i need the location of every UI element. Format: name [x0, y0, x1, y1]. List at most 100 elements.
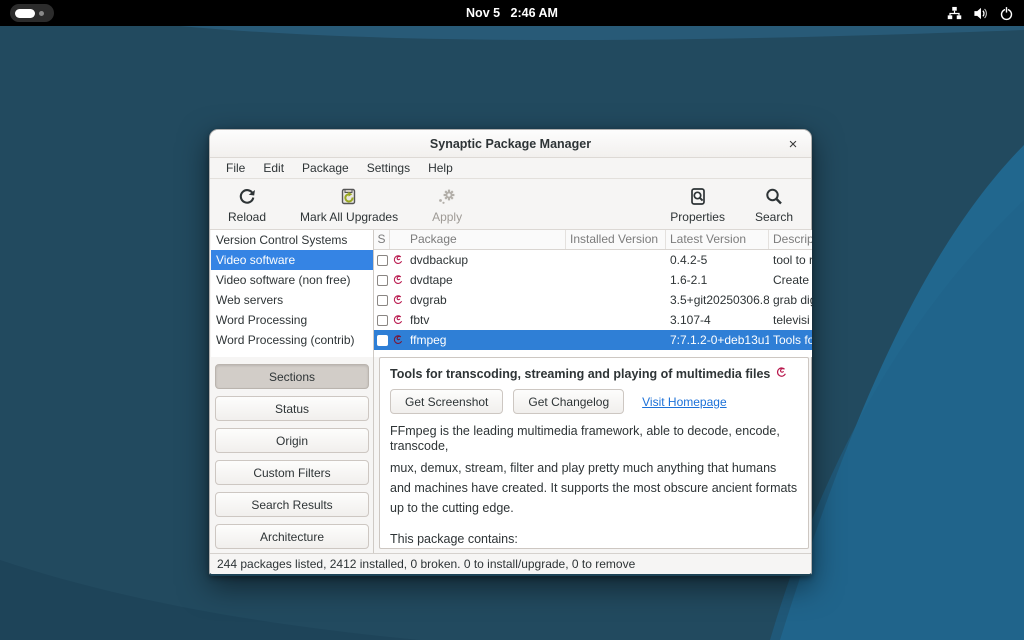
package-description: Create D — [769, 273, 812, 287]
menu-package[interactable]: Package — [293, 159, 358, 177]
column-header-package[interactable]: Package — [406, 230, 566, 249]
package-description: televisi — [769, 313, 812, 327]
power-icon — [999, 6, 1014, 21]
origin-button[interactable]: Origin — [215, 428, 369, 453]
workspace-indicator[interactable] — [10, 4, 54, 22]
search-button[interactable]: Search — [747, 184, 801, 226]
reload-icon — [237, 186, 257, 208]
menu-help[interactable]: Help — [419, 159, 462, 177]
menu-edit[interactable]: Edit — [254, 159, 293, 177]
row-checkbox[interactable] — [377, 335, 388, 346]
close-button[interactable]: × — [783, 134, 803, 154]
category-video-software-nonfree[interactable]: Video software (non free) — [211, 270, 373, 290]
properties-button[interactable]: Properties — [662, 184, 733, 226]
menu-file[interactable]: File — [217, 159, 254, 177]
status-text: 244 packages listed, 2412 installed, 0 b… — [217, 557, 635, 571]
workspace-active-pill — [15, 9, 35, 18]
package-name: fbtv — [406, 313, 566, 327]
architecture-button[interactable]: Architecture — [215, 524, 369, 549]
apply-label: Apply — [432, 210, 462, 224]
apply-button[interactable]: Apply — [424, 184, 470, 226]
category-video-software[interactable]: Video software — [211, 250, 373, 270]
table-row-ffmpeg-selected[interactable]: ffmpeg 7:7.1.2-0+deb13u1 Tools fo — [374, 330, 812, 350]
reload-label: Reload — [228, 210, 266, 224]
search-label: Search — [755, 210, 793, 224]
desktop: Nov 5 2:46 AM — [0, 0, 1024, 640]
package-details-pane: Tools for transcoding, streaming and pla… — [379, 357, 809, 549]
filter-buttons: Sections Status Origin Custom Filters Se… — [211, 357, 374, 553]
synaptic-window: Synaptic Package Manager × File Edit Pac… — [209, 129, 812, 576]
properties-label: Properties — [670, 210, 725, 224]
table-row-fbtv[interactable]: fbtv 3.107-4 televisi — [374, 310, 812, 330]
window-title: Synaptic Package Manager — [430, 137, 591, 151]
row-checkbox[interactable] — [377, 255, 388, 266]
search-results-button[interactable]: Search Results — [215, 492, 369, 517]
status-button[interactable]: Status — [215, 396, 369, 421]
top-bar: Nov 5 2:46 AM — [0, 0, 1024, 26]
column-header-description[interactable]: Description — [769, 230, 812, 249]
debian-swirl-icon — [390, 334, 406, 346]
mark-all-upgrades-button[interactable]: Mark All Upgrades — [292, 184, 406, 226]
system-status-area[interactable] — [947, 6, 1014, 21]
custom-filters-button[interactable]: Custom Filters — [215, 460, 369, 485]
debian-swirl-icon — [390, 314, 406, 326]
clock-date: Nov 5 — [466, 6, 500, 20]
table-header: S Package Installed Version Latest Versi… — [374, 230, 812, 250]
table-row-dvgrab[interactable]: dvgrab 3.5+git20250306.8 grab dig — [374, 290, 812, 310]
latest-version: 3.107-4 — [666, 313, 769, 327]
status-bar: 244 packages listed, 2412 installed, 0 b… — [210, 553, 811, 574]
get-screenshot-button[interactable]: Get Screenshot — [390, 389, 503, 414]
package-name: dvdbackup — [406, 253, 566, 267]
description-paragraph-2: mux, demux, stream, filter and play pret… — [390, 458, 798, 518]
properties-icon — [688, 186, 708, 208]
visit-homepage-link[interactable]: Visit Homepage — [642, 395, 727, 409]
latest-version: 3.5+git20250306.8 — [666, 293, 769, 307]
get-changelog-button[interactable]: Get Changelog — [513, 389, 624, 414]
debian-swirl-icon — [775, 366, 788, 382]
mark-all-upgrades-label: Mark All Upgrades — [300, 210, 398, 224]
package-name: dvgrab — [406, 293, 566, 307]
debian-swirl-icon — [390, 294, 406, 306]
table-row-dvdbackup[interactable]: dvdbackup 0.4.2-5 tool to r — [374, 250, 812, 270]
category-word-processing[interactable]: Word Processing — [211, 310, 373, 330]
detail-actions: Get Screenshot Get Changelog Visit Homep… — [390, 389, 798, 414]
column-header-icon[interactable] — [390, 230, 406, 249]
row-checkbox[interactable] — [377, 295, 388, 306]
latest-version: 0.4.2-5 — [666, 253, 769, 267]
category-version-control[interactable]: Version Control Systems — [211, 230, 373, 250]
clock[interactable]: Nov 5 2:46 AM — [0, 6, 1024, 20]
search-icon — [764, 186, 784, 208]
network-wired-icon — [947, 6, 962, 21]
debian-swirl-icon — [390, 274, 406, 286]
package-description: grab dig — [769, 293, 812, 307]
volume-icon — [973, 6, 988, 21]
mark-upgrades-icon — [339, 186, 359, 208]
latest-version: 1.6-2.1 — [666, 273, 769, 287]
latest-version: 7:7.1.2-0+deb13u1 — [666, 333, 769, 347]
workspace-dot — [39, 11, 44, 16]
clock-time: 2:46 AM — [511, 6, 558, 20]
package-summary: Tools for transcoding, streaming and pla… — [390, 366, 798, 382]
package-description: tool to r — [769, 253, 812, 267]
toolbar: Reload Mark All Upgrades — [210, 180, 811, 230]
package-name: ffmpeg — [406, 333, 566, 347]
menu-settings[interactable]: Settings — [358, 159, 419, 177]
description-paragraph-1: FFmpeg is the leading multimedia framewo… — [390, 424, 798, 454]
column-header-status[interactable]: S — [374, 230, 390, 249]
sections-button[interactable]: Sections — [215, 364, 369, 389]
column-header-latest[interactable]: Latest Version — [666, 230, 769, 249]
menu-bar: File Edit Package Settings Help — [210, 158, 811, 179]
reload-button[interactable]: Reload — [220, 184, 274, 226]
gears-icon — [435, 186, 459, 208]
category-list: Version Control Systems Video software V… — [211, 230, 374, 357]
column-header-installed[interactable]: Installed Version — [566, 230, 666, 249]
table-row-dvdtape[interactable]: dvdtape 1.6-2.1 Create D — [374, 270, 812, 290]
title-bar[interactable]: Synaptic Package Manager × — [210, 130, 811, 158]
package-description: Tools fo — [769, 333, 812, 347]
package-name: dvdtape — [406, 273, 566, 287]
row-checkbox[interactable] — [377, 275, 388, 286]
category-word-processing-contrib[interactable]: Word Processing (contrib) — [211, 330, 373, 350]
row-checkbox[interactable] — [377, 315, 388, 326]
category-web-servers[interactable]: Web servers — [211, 290, 373, 310]
package-contains-label: This package contains: — [390, 532, 798, 546]
